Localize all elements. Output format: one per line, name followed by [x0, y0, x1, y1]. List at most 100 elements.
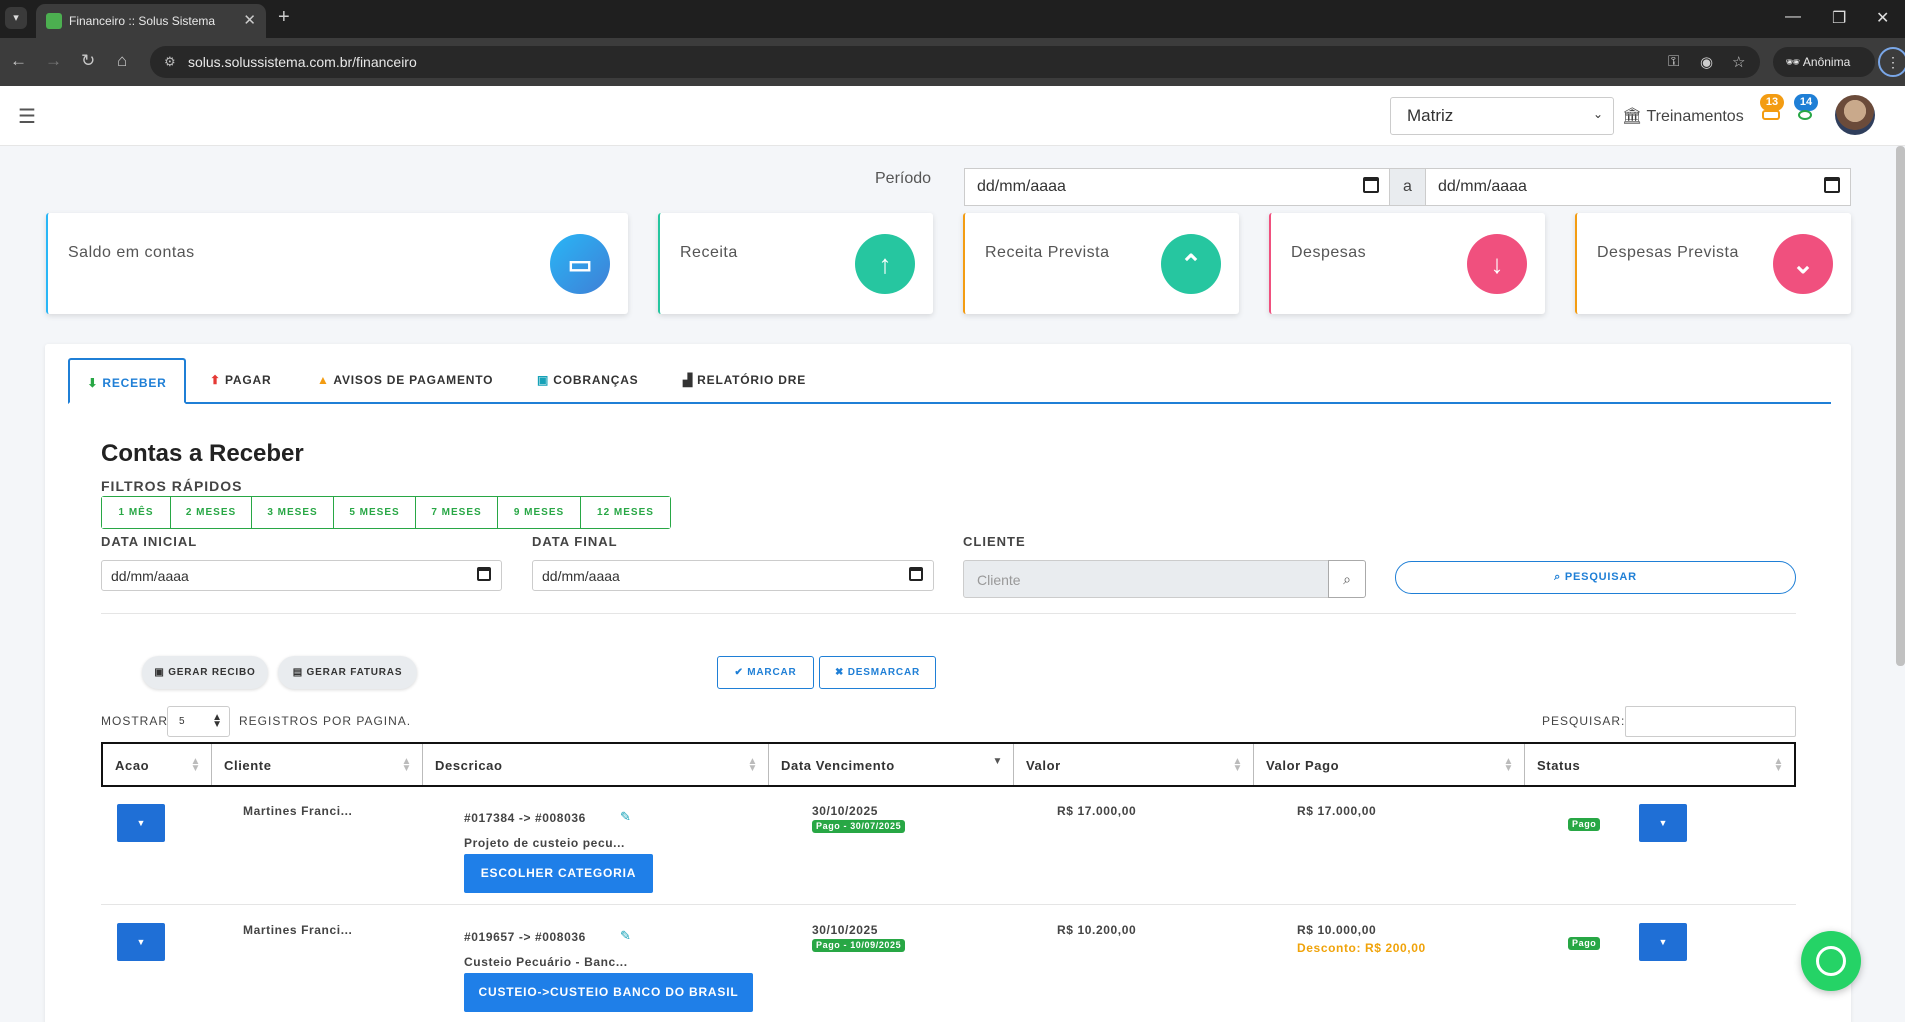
- card-label: Receita Prevista: [985, 244, 1110, 261]
- row-action-dropdown[interactable]: ▼: [117, 923, 165, 961]
- minimize-icon[interactable]: —: [1785, 8, 1801, 26]
- browser-menu-icon[interactable]: ⋮: [1878, 47, 1905, 77]
- tab-relatorio-dre[interactable]: ▟ RELATÓRIO DRE: [683, 373, 806, 387]
- tab-cobrancas[interactable]: ▣ COBRANÇAS: [537, 373, 638, 387]
- new-tab-button[interactable]: +: [278, 6, 290, 29]
- tab-pagar[interactable]: ⬆ PAGAR: [210, 373, 271, 387]
- chevron-down-circle-icon: ⌄: [1773, 234, 1833, 294]
- tab-label: PAGAR: [225, 373, 272, 387]
- close-window-icon[interactable]: ✕: [1876, 8, 1889, 28]
- cliente-input[interactable]: Cliente: [963, 560, 1329, 598]
- hamburger-menu-icon[interactable]: ☰: [18, 104, 36, 129]
- column-label: Acao: [115, 758, 150, 773]
- mostrar-label: MOSTRAR: [101, 714, 168, 728]
- row-status-dropdown[interactable]: ▼: [1639, 923, 1687, 961]
- arrow-down-icon: ⬇: [87, 376, 99, 390]
- data-inicial-input[interactable]: dd/mm/aaaa: [101, 560, 502, 591]
- cliente-search-button[interactable]: ⌕: [1328, 560, 1366, 598]
- search-icon: ⌕: [1343, 571, 1351, 587]
- whatsapp-button[interactable]: [1801, 931, 1861, 991]
- desmarcar-button[interactable]: ✖ DESMARCAR: [819, 656, 936, 689]
- card-label: Receita: [680, 244, 738, 261]
- column-header-data-vencimento[interactable]: Data Vencimento ▼: [769, 744, 1014, 785]
- filter-3-meses[interactable]: 3 MESES: [252, 497, 334, 528]
- updown-icon: ▲ ▼: [212, 712, 222, 730]
- tab-avisos-de-pagamento[interactable]: ▲ AVISOS DE PAGAMENTO: [317, 373, 493, 387]
- marcar-button[interactable]: ✔ MARCAR: [717, 656, 814, 689]
- filtros-label: FILTROS RÁPIDOS: [101, 478, 243, 494]
- row-status-dropdown[interactable]: ▼: [1639, 804, 1687, 842]
- column-header-acao[interactable]: Acao ▲ ▼: [103, 744, 212, 785]
- data-final-input[interactable]: dd/mm/aaaa: [532, 560, 934, 591]
- filter-1-mes[interactable]: 1 MÊS: [102, 497, 171, 528]
- categoria-button[interactable]: CUSTEIO->CUSTEIO BANCO DO BRASIL: [464, 973, 753, 1012]
- cell-descricao-id: #019657 -> #008036: [464, 930, 586, 944]
- tab-label: RECEBER: [102, 376, 167, 390]
- column-header-status[interactable]: Status ▲ ▼: [1525, 744, 1794, 785]
- quick-filters: 1 MÊS 2 MESES 3 MESES 5 MESES 7 MESES 9 …: [101, 496, 671, 529]
- filter-2-meses[interactable]: 2 MESES: [171, 497, 252, 528]
- close-tab-icon[interactable]: ✕: [243, 11, 256, 29]
- arrow-up-icon: ⬆: [210, 373, 221, 387]
- avatar[interactable]: [1835, 95, 1875, 135]
- pesquisar-label: PESQUISAR:: [1542, 714, 1626, 728]
- card-despesas-prevista[interactable]: Despesas Prevista ⌄: [1575, 213, 1851, 314]
- card-saldo-em-contas[interactable]: Saldo em contas ▭: [46, 213, 628, 314]
- filter-9-meses[interactable]: 9 MESES: [498, 497, 581, 528]
- forward-icon[interactable]: →: [45, 51, 62, 71]
- periodo-start-input[interactable]: dd/mm/aaaa: [964, 168, 1390, 206]
- column-header-valor-pago[interactable]: Valor Pago ▲ ▼: [1254, 744, 1525, 785]
- cell-cliente: Martines Franci...: [243, 923, 353, 937]
- filter-7-meses[interactable]: 7 MESES: [416, 497, 498, 528]
- treinamentos-link[interactable]: 🏛 Treinamentos: [1622, 106, 1744, 126]
- calendar-icon[interactable]: [1824, 177, 1840, 193]
- incognito-badge[interactable]: 🕶 Anônima: [1773, 47, 1875, 77]
- restore-icon[interactable]: ❐: [1832, 8, 1846, 28]
- branch-select[interactable]: Matriz ⌄: [1390, 97, 1614, 135]
- categoria-button[interactable]: ESCOLHER CATEGORIA: [464, 854, 653, 893]
- column-label: Valor Pago: [1266, 758, 1340, 773]
- gerar-recibo-button[interactable]: ▣ GERAR RECIBO: [142, 656, 268, 689]
- card-receita[interactable]: Receita ↑: [658, 213, 933, 314]
- browser-tab[interactable]: Financeiro :: Solus Sistema ✕: [36, 4, 266, 38]
- filter-12-meses[interactable]: 12 MESES: [581, 497, 670, 528]
- reload-icon[interactable]: ↻: [81, 51, 95, 71]
- sort-icon: ▲ ▼: [1232, 756, 1243, 774]
- divider: [101, 613, 1796, 614]
- table-search-input[interactable]: [1625, 706, 1796, 737]
- scrollbar[interactable]: [1896, 146, 1905, 666]
- site-info-icon[interactable]: ⚙: [164, 54, 176, 70]
- column-header-descricao[interactable]: Descricao ▲ ▼: [423, 744, 769, 785]
- calendar-icon[interactable]: [477, 567, 491, 581]
- eye-off-icon[interactable]: ◉: [1700, 53, 1713, 71]
- periodo-end-input[interactable]: dd/mm/aaaa: [1425, 168, 1851, 206]
- key-icon[interactable]: ⚿: [1668, 53, 1679, 70]
- star-icon[interactable]: ☆: [1732, 53, 1745, 71]
- app-header: ☰ Matriz ⌄ 🏛 Treinamentos 13 14: [0, 86, 1905, 146]
- pesquisar-button[interactable]: ⌕ PESQUISAR: [1395, 561, 1796, 594]
- column-label: Cliente: [224, 758, 272, 773]
- card-despesas[interactable]: Despesas ↓: [1269, 213, 1545, 314]
- arrow-up-icon: ↑: [855, 234, 915, 294]
- receipt-icon: ▣: [154, 667, 165, 678]
- browser-tabbar: ▾ Financeiro :: Solus Sistema ✕ + — ❐ ✕: [0, 0, 1905, 38]
- page-size-select[interactable]: 5 ▲ ▼: [167, 706, 230, 737]
- home-icon[interactable]: ⌂: [117, 51, 127, 71]
- page-size-value: 5: [179, 716, 185, 727]
- back-icon[interactable]: ←: [10, 51, 27, 71]
- gerar-faturas-button[interactable]: ▤ GERAR FATURAS: [278, 656, 417, 689]
- edit-icon[interactable]: ✎: [620, 928, 631, 944]
- column-header-valor[interactable]: Valor ▲ ▼: [1014, 744, 1254, 785]
- calendar-icon[interactable]: [909, 567, 923, 581]
- filter-5-meses[interactable]: 5 MESES: [334, 497, 416, 528]
- treinamentos-label: Treinamentos: [1646, 108, 1744, 125]
- column-header-cliente[interactable]: Cliente ▲ ▼: [212, 744, 423, 785]
- desmarcar-label: DESMARCAR: [847, 667, 920, 678]
- row-action-dropdown[interactable]: ▼: [117, 804, 165, 842]
- card-receita-prevista[interactable]: Receita Prevista ⌃: [963, 213, 1239, 314]
- tab-list-button[interactable]: ▾: [5, 7, 27, 29]
- calendar-icon[interactable]: [1363, 177, 1379, 193]
- tab-receber[interactable]: ⬇ RECEBER: [68, 358, 186, 404]
- address-bar[interactable]: ⚙ solus.solussistema.com.br/financeiro ⚿…: [150, 46, 1760, 78]
- edit-icon[interactable]: ✎: [620, 809, 631, 825]
